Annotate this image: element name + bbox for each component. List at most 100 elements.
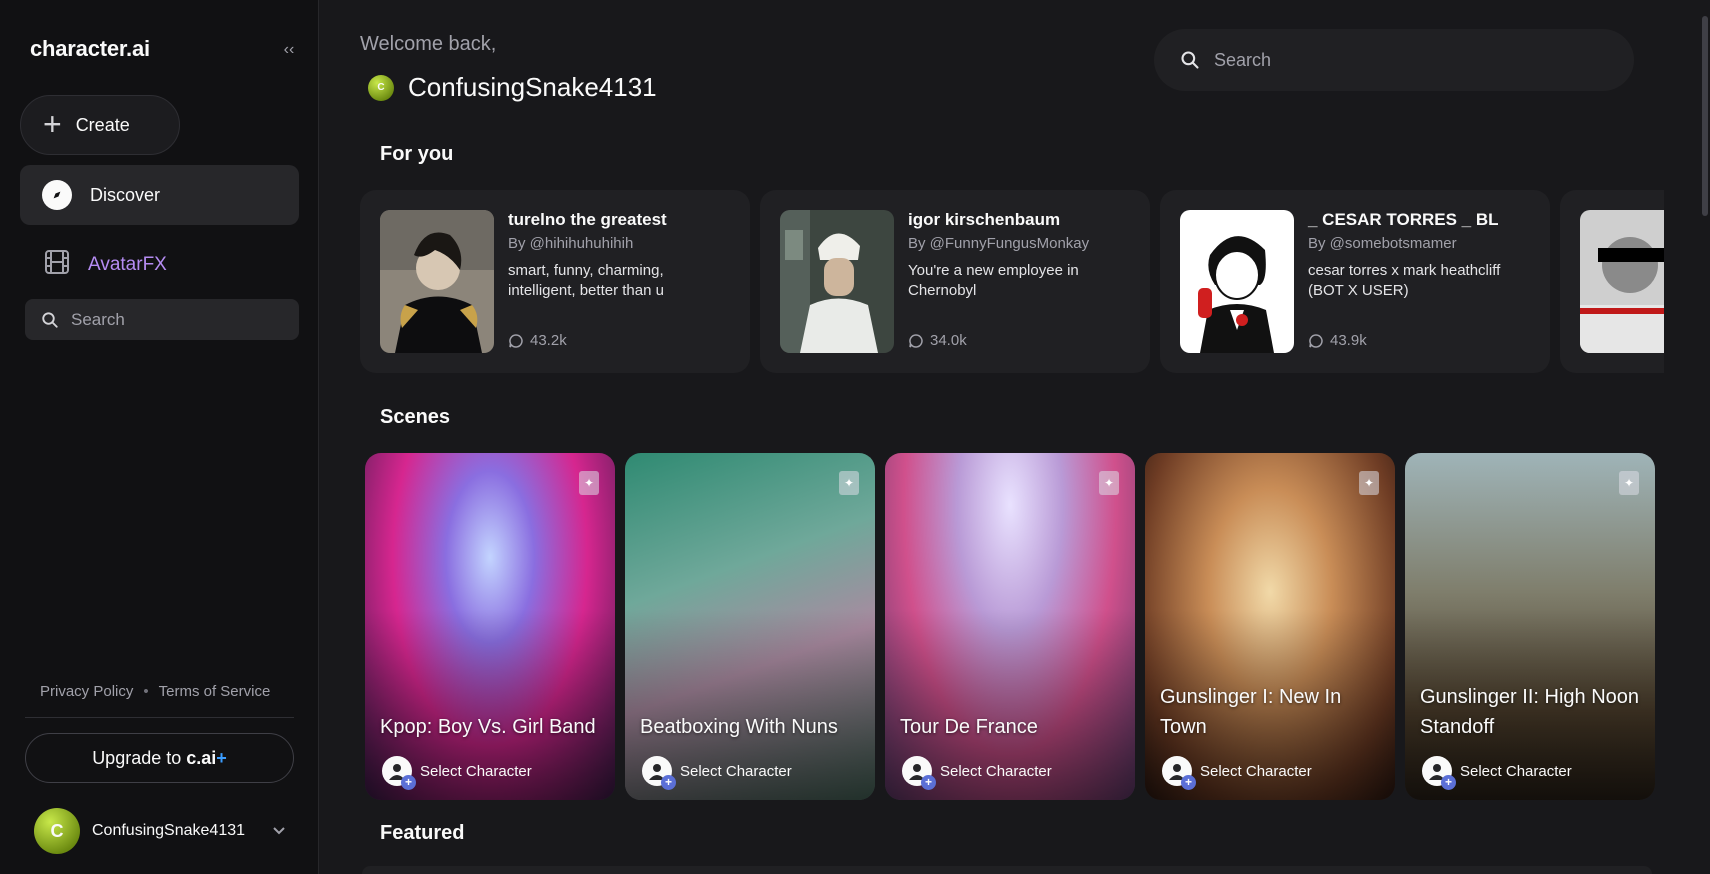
search-icon — [42, 311, 58, 328]
welcome-text: Welcome back, — [360, 33, 497, 55]
upgrade-button[interactable]: Upgrade to c.ai + — [25, 733, 294, 783]
character-author: By @somebotsmamer — [1308, 235, 1457, 252]
character-author: By @FunnyFungusMonkay — [908, 235, 1090, 252]
select-character-label: Select Character — [680, 762, 792, 780]
character-image — [780, 210, 894, 353]
chat-bubble-icon — [1308, 333, 1324, 349]
scene-badge-icon: ✦ — [1099, 471, 1119, 495]
user-add-icon: + — [1162, 756, 1196, 790]
discover-label: Discover — [90, 184, 161, 205]
sidebar-search — [25, 299, 299, 340]
create-button[interactable]: + Create — [20, 95, 180, 155]
chat-bubble-icon — [908, 333, 924, 349]
count-value: 43.9k — [1330, 332, 1367, 349]
character-name: igor kirschenbaum — [908, 210, 1061, 229]
chat-bubble-icon — [508, 333, 524, 349]
scene-title: Tour De France — [900, 716, 1038, 738]
sidebar-item-avatarfx[interactable]: AvatarFX — [20, 244, 299, 286]
scene-badge-icon: ✦ — [1359, 471, 1379, 495]
character-card[interactable]: _ CESAR TORRES _ BL By @somebotsmamer ce… — [1160, 190, 1550, 373]
interaction-count: 43.2k — [508, 332, 567, 349]
scene-title: Beatboxing With Nuns — [640, 716, 838, 738]
select-character-button[interactable]: + Select Character — [382, 756, 532, 790]
privacy-policy-link[interactable]: Privacy Policy — [40, 683, 133, 700]
scene-card[interactable]: ✦ Beatboxing With Nuns + Select Characte… — [625, 453, 875, 800]
main-user-name: ConfusingSnake4131 — [408, 72, 657, 102]
sidebar-search-input[interactable] — [71, 309, 271, 330]
sidebar-item-discover[interactable]: Discover — [20, 165, 299, 225]
character-image — [380, 210, 494, 353]
select-character-label: Select Character — [420, 762, 532, 780]
compass-icon — [42, 180, 72, 210]
character-image — [1180, 210, 1294, 353]
featured-row — [362, 866, 1652, 874]
character-image — [1580, 210, 1664, 353]
for-you-carousel: turelno the greatest By @hihihuhuhihih s… — [360, 190, 1664, 373]
character-description: smart, funny, charming, intelligent, bet… — [508, 262, 664, 299]
user-menu[interactable]: C ConfusingSnake4131 — [34, 808, 294, 854]
main-user: C ConfusingSnake4131 — [368, 72, 657, 103]
section-title-for-you: For you — [380, 143, 454, 165]
search-input[interactable] — [1214, 49, 1614, 71]
count-value: 34.0k — [930, 332, 967, 349]
character-card[interactable]: igor kirschenbaum By @FunnyFungusMonkay … — [760, 190, 1150, 373]
avatar: C — [368, 74, 394, 101]
sidebar: character.ai ‹‹ + Create Discover Avatar… — [0, 0, 319, 874]
create-label: Create — [75, 114, 130, 135]
character-name: turelno the greatest — [508, 210, 667, 229]
count-value: 43.2k — [530, 332, 567, 349]
user-add-icon: + — [642, 756, 676, 790]
scene-title: Gunslinger I: New In Town — [1160, 686, 1342, 738]
user-name: ConfusingSnake4131 — [92, 822, 246, 839]
collapse-sidebar-button[interactable]: ‹‹ — [278, 40, 300, 60]
scene-badge-icon: ✦ — [839, 471, 859, 495]
character-card[interactable]: turelno the greatest By @hihihuhuhihih s… — [360, 190, 750, 373]
select-character-label: Select Character — [1200, 762, 1312, 780]
upgrade-brand: c.ai — [186, 747, 217, 768]
section-title-scenes: Scenes — [380, 406, 451, 428]
select-character-button[interactable]: + Select Character — [1422, 756, 1572, 790]
scene-card[interactable]: ✦ Gunslinger II: High Noon Standoff + Se… — [1405, 453, 1655, 800]
character-name: _ CESAR TORRES _ BL — [1308, 210, 1499, 229]
select-character-button[interactable]: + Select Character — [1162, 756, 1312, 790]
scene-card[interactable]: ✦ Gunslinger I: New In Town + Select Cha… — [1145, 453, 1395, 800]
select-character-button[interactable]: + Select Character — [642, 756, 792, 790]
user-add-icon: + — [902, 756, 936, 790]
scene-badge-icon: ✦ — [579, 471, 599, 495]
scenes-carousel: ✦ Kpop: Boy Vs. Girl Band + Select Chara… — [365, 453, 1655, 800]
footer-links: Privacy Policy • Terms of Service — [40, 683, 270, 700]
divider — [25, 717, 294, 718]
character-author: By @hihihuhuhihih — [508, 235, 634, 252]
avatarfx-label: AvatarFX — [88, 254, 167, 275]
select-character-label: Select Character — [940, 762, 1052, 780]
plus-icon: + — [43, 105, 62, 142]
app: character.ai ‹‹ + Create Discover Avatar… — [0, 0, 1710, 874]
user-add-icon: + — [382, 756, 416, 790]
interaction-count: 43.9k — [1308, 332, 1367, 349]
upgrade-plus: + — [216, 747, 227, 768]
terms-of-service-link[interactable]: Terms of Service — [159, 683, 271, 700]
upgrade-prefix: Upgrade to — [92, 747, 187, 768]
section-title-featured: Featured — [380, 822, 465, 844]
user-add-icon: + — [1422, 756, 1456, 790]
character-description: You're a new employee in Chernobyl — [908, 262, 1079, 299]
select-character-button[interactable]: + Select Character — [902, 756, 1052, 790]
scene-card[interactable]: ✦ Tour De France + Select Character — [885, 453, 1135, 800]
separator-dot: • — [143, 683, 149, 700]
select-character-label: Select Character — [1460, 762, 1572, 780]
character-card[interactable] — [1560, 190, 1664, 373]
scrollbar-thumb[interactable] — [1702, 16, 1708, 216]
scene-badge-icon: ✦ — [1619, 471, 1639, 495]
collapse-icon: ‹‹ — [283, 41, 295, 58]
scene-title: Gunslinger II: High Noon Standoff — [1420, 686, 1640, 738]
film-icon — [44, 249, 70, 281]
scene-title: Kpop: Boy Vs. Girl Band — [380, 716, 596, 738]
top-search — [1154, 29, 1634, 91]
interaction-count: 34.0k — [908, 332, 967, 349]
avatar: C — [34, 808, 80, 854]
logo[interactable]: character.ai — [30, 36, 150, 62]
character-description: cesar torres x mark heathcliff (BOT X US… — [1308, 262, 1501, 299]
scene-card[interactable]: ✦ Kpop: Boy Vs. Girl Band + Select Chara… — [365, 453, 615, 800]
chevron-down-icon — [272, 823, 286, 839]
search-icon — [1181, 51, 1199, 69]
